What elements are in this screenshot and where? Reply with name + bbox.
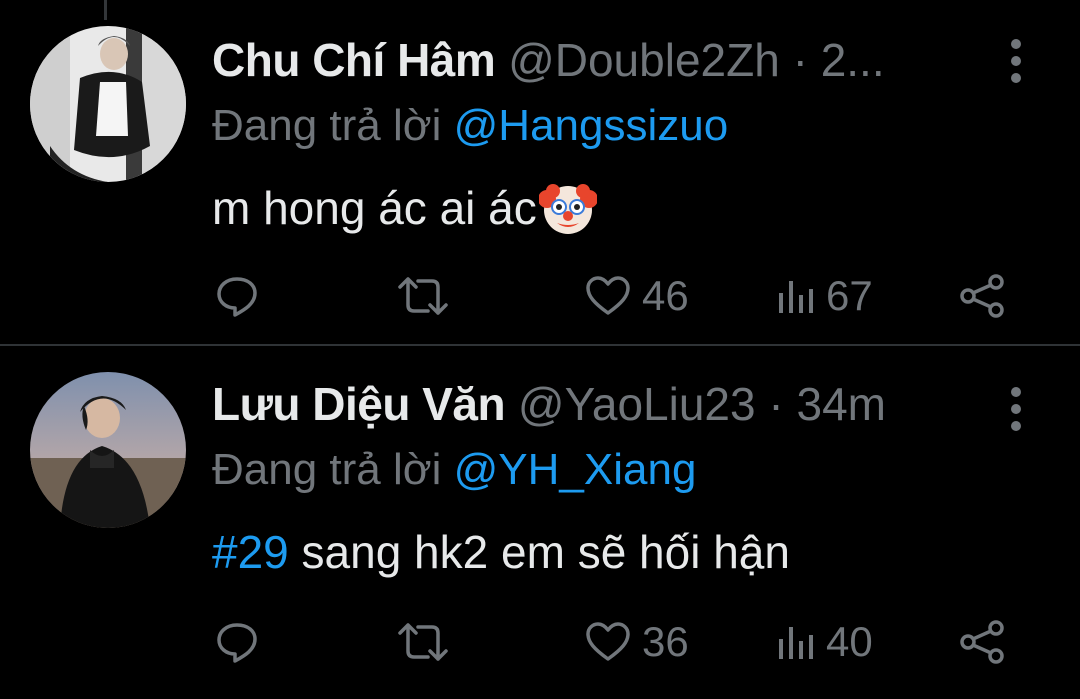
tweet-actions: 36 40 <box>0 612 1080 672</box>
tweet-body: sang hk2 em sẽ hối hận <box>288 526 790 578</box>
retweet-icon <box>396 619 450 665</box>
mention-link[interactable]: @Hangssizuo <box>454 101 729 150</box>
timestamp[interactable]: 34m <box>796 378 885 430</box>
separator-dot: · <box>768 378 784 430</box>
display-name[interactable]: Lưu Diệu Văn <box>212 378 506 430</box>
heart-icon <box>584 619 632 665</box>
like-button[interactable]: 46 <box>584 266 689 326</box>
avatar[interactable] <box>30 372 186 528</box>
tweet-text: #29 sang hk2 em sẽ hối hận <box>212 520 790 584</box>
replying-to: Đang trả lời @Hangssizuo <box>212 96 728 156</box>
tweet-header: Lưu Diệu Văn @YaoLiu23 · 34m <box>212 374 886 434</box>
replying-to: Đang trả lời @YH_Xiang <box>212 440 696 500</box>
views-count: 67 <box>826 272 873 319</box>
retweet-button[interactable] <box>396 266 460 326</box>
avatar[interactable] <box>30 26 186 182</box>
mention-link[interactable]: @YH_Xiang <box>454 445 697 494</box>
views-count: 40 <box>826 618 873 665</box>
share-icon <box>958 273 1006 319</box>
tweet[interactable]: Lưu Diệu Văn @YaoLiu23 · 34m Đang trả lờ… <box>0 346 1080 699</box>
tweet-body: m hong ác ai ác <box>212 182 537 234</box>
heart-icon <box>584 273 632 319</box>
like-count: 36 <box>642 618 689 665</box>
share-button[interactable] <box>958 266 1006 326</box>
more-options-icon[interactable] <box>1004 384 1028 434</box>
reply-icon <box>214 273 260 319</box>
more-options-icon[interactable] <box>1004 36 1028 86</box>
like-button[interactable]: 36 <box>584 612 689 672</box>
reply-button[interactable] <box>214 612 270 672</box>
display-name[interactable]: Chu Chí Hâm <box>212 34 496 86</box>
views-button[interactable]: 40 <box>776 612 873 672</box>
clown-face-icon <box>537 179 598 237</box>
tweet[interactable]: Chu Chí Hâm @Double2Zh · 2... Đang trả l… <box>0 0 1080 344</box>
replying-to-label: Đang trả lời <box>212 445 442 494</box>
like-count: 46 <box>642 272 689 319</box>
reply-icon <box>214 619 260 665</box>
user-handle[interactable]: @Double2Zh <box>508 34 780 86</box>
share-button[interactable] <box>958 612 1006 672</box>
views-button[interactable]: 67 <box>776 266 873 326</box>
separator-dot: · <box>792 34 808 86</box>
share-icon <box>958 619 1006 665</box>
user-handle[interactable]: @YaoLiu23 <box>518 378 756 430</box>
tweet-header: Chu Chí Hâm @Double2Zh · 2... <box>212 30 885 90</box>
tweet-text: m hong ác ai ác <box>212 176 598 240</box>
replying-to-label: Đang trả lời <box>212 101 442 150</box>
retweet-icon <box>396 273 450 319</box>
hashtag-link[interactable]: #29 <box>212 526 289 578</box>
retweet-button[interactable] <box>396 612 460 672</box>
tweet-actions: 46 67 <box>0 266 1080 326</box>
views-icon <box>776 273 816 319</box>
timestamp[interactable]: 2... <box>821 34 885 86</box>
reply-button[interactable] <box>214 266 270 326</box>
views-icon <box>776 619 816 665</box>
